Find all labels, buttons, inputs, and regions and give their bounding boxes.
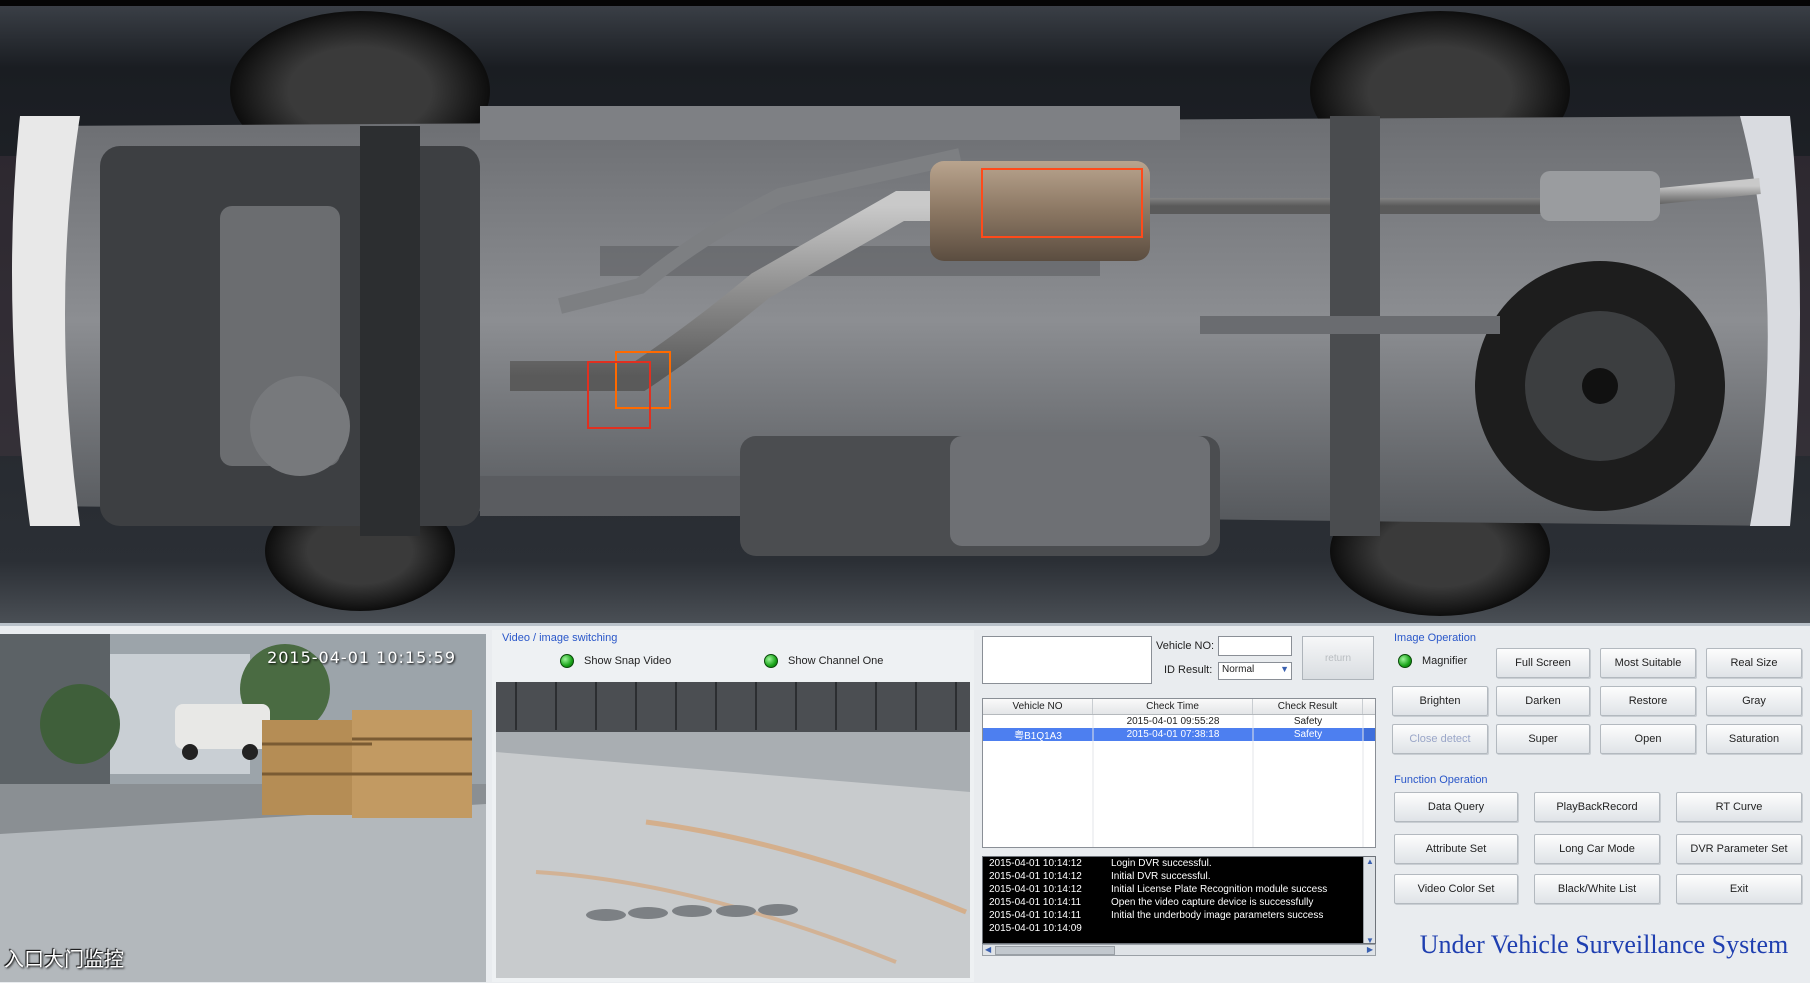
black-white-list-button[interactable]: Black/White List [1534,874,1660,904]
id-result-select[interactable]: Normal ▼ [1218,662,1292,680]
exit-button[interactable]: Exit [1676,874,1802,904]
uvss-window: 2015-04-01 10:15:59 入口大门监控 Video / image… [0,0,1810,983]
log-line: 2015-04-01 10:14:12 Initial License Plate… [989,884,1328,895]
log-line: 2015-04-01 10:14:11 Initial the underbody… [989,910,1324,921]
vehicle-records-table[interactable]: Vehicle NO Check Time Check Result 2015-… [982,698,1376,848]
playback-record-button[interactable]: PlayBackRecord [1534,792,1660,822]
column-header-check-time[interactable]: Check Time [1093,699,1253,714]
attribute-set-button[interactable]: Attribute Set [1394,834,1518,864]
column-header-check-result[interactable]: Check Result [1253,699,1363,714]
scroll-left-icon[interactable]: ◀ [985,945,991,954]
function-operation-title: Function Operation [1394,774,1488,786]
open-button[interactable]: Open [1600,724,1696,754]
cell-check-time: 2015-04-01 09:55:28 [1126,716,1220,727]
restore-button[interactable]: Restore [1600,686,1696,716]
column-header-vehicle-no[interactable]: Vehicle NO [983,699,1093,714]
radio-led-icon[interactable] [1398,654,1412,668]
show-snap-video-label: Show Snap Video [584,655,672,667]
image-operation-title: Image Operation [1394,632,1476,644]
data-query-button[interactable]: Data Query [1394,792,1518,822]
long-car-mode-button[interactable]: Long Car Mode [1534,834,1660,864]
snap-video-view[interactable] [496,682,970,978]
scroll-up-icon[interactable]: ▲ [1366,857,1374,866]
control-panel: 2015-04-01 10:15:59 入口大门监控 Video / image… [0,623,1810,983]
video-color-set-button[interactable]: Video Color Set [1394,874,1518,904]
id-result-value: Normal [1222,664,1255,675]
log-line: 2015-04-01 10:14:12 Login DVR successful. [989,858,1212,869]
magnifier-label: Magnifier [1422,655,1468,667]
license-plate-image [982,636,1152,684]
magnifier-option[interactable]: Magnifier [1398,654,1467,668]
brighten-button[interactable]: Brighten [1392,686,1488,716]
log-line: 2015-04-01 10:14:12 Initial DVR successfu… [989,871,1211,882]
operations-panel: Image Operation Magnifier Full Screen Mo… [1384,630,1810,982]
log-horizontal-scrollbar[interactable]: ◀ ▶ [982,944,1376,956]
gray-button[interactable]: Gray [1706,686,1802,716]
system-title: Under Vehicle Surveillance System [1419,930,1789,959]
darken-button[interactable]: Darken [1496,686,1590,716]
video-switching-title: Video / image switching [502,632,618,644]
dvr-parameter-set-button[interactable]: DVR Parameter Set [1676,834,1802,864]
cell-check-result: Safety [1253,728,1363,741]
saturation-button[interactable]: Saturation [1706,724,1802,754]
log-line: 2015-04-01 10:14:11 Open the video captur… [989,897,1314,908]
cell-vehicle-no: 粤B1Q1A3 [983,728,1093,742]
vehicle-record-panel: Vehicle NO: ID Result: Normal ▼ return V… [978,630,1380,982]
snap-video-image [496,682,970,978]
most-suitable-button[interactable]: Most Suitable [1600,648,1696,678]
scrollbar-thumb[interactable] [995,946,1115,955]
return-button[interactable]: return [1302,636,1374,680]
show-snap-video-option[interactable]: Show Snap Video [560,654,671,668]
radio-led-icon[interactable] [560,654,574,668]
rt-curve-button[interactable]: RT Curve [1676,792,1802,822]
show-channel-one-label: Show Channel One [788,655,884,667]
video-switching-group: Video / image switching Show Snap Video … [492,630,974,982]
close-detect-button[interactable]: Close detect [1392,724,1488,754]
event-log[interactable]: 2015-04-01 10:14:12 Login DVR successful.… [982,856,1376,944]
scroll-right-icon[interactable]: ▶ [1367,945,1373,954]
log-vertical-scrollbar[interactable]: ▲ ▼ [1363,857,1375,943]
scroll-down-icon[interactable]: ▼ [1366,936,1374,943]
real-size-button[interactable]: Real Size [1706,648,1802,678]
table-header: Vehicle NO Check Time Check Result [983,699,1375,715]
entrance-camera-image [0,634,486,982]
table-row-selected[interactable]: 粤B1Q1A3 2015-04-01 07:38:18 Safety [983,728,1375,742]
undercarriage-scan-image[interactable] [0,0,1810,623]
camera-timestamp: 2015-04-01 10:15:59 [267,648,456,667]
vehicle-no-label: Vehicle NO: [1156,640,1215,652]
id-result-label: ID Result: [1164,664,1213,676]
full-screen-button[interactable]: Full Screen [1496,648,1590,678]
cell-check-time: 2015-04-01 07:38:18 [1093,728,1253,741]
vehicle-no-input[interactable] [1218,636,1292,656]
super-button[interactable]: Super [1496,724,1590,754]
entrance-camera-view[interactable]: 2015-04-01 10:15:59 入口大门监控 [0,634,486,982]
radio-led-icon[interactable] [764,654,778,668]
cell-check-result: Safety [1293,716,1323,727]
chevron-down-icon[interactable]: ▼ [1280,664,1289,674]
show-channel-one-option[interactable]: Show Channel One [764,654,883,668]
camera-label: 入口大门监控 [4,949,124,971]
log-line: 2015-04-01 10:14:09 [989,923,1082,934]
undercarriage-image [0,6,1810,623]
